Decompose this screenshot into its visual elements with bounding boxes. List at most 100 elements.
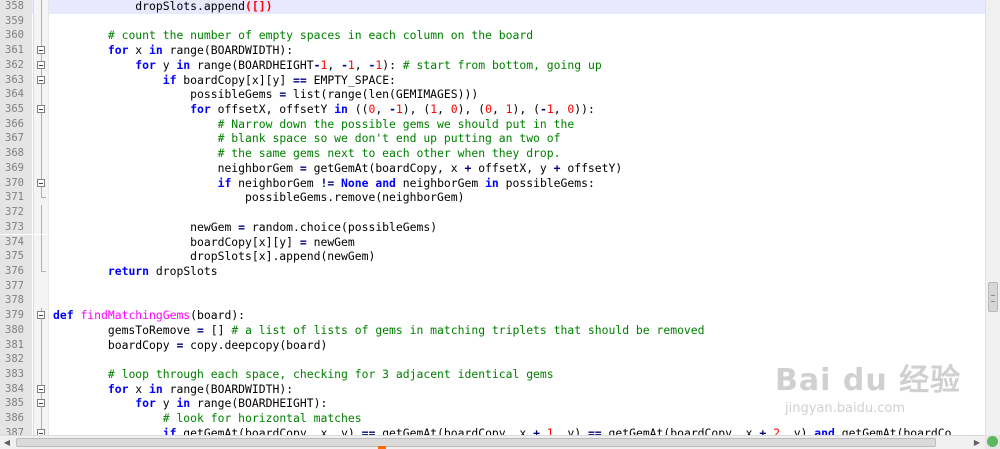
fold-margin — [33, 160, 49, 176]
code-line[interactable]: 368 # the same gems next to each other w… — [0, 146, 985, 161]
fold-margin[interactable] — [33, 308, 49, 323]
fold-margin — [33, 352, 49, 367]
code-line[interactable]: 364 possibleGems = list(range(len(GEMIMA… — [0, 87, 985, 102]
vertical-scrollbar[interactable] — [985, 0, 1000, 435]
code-line[interactable]: 374 boardCopy[x][y] = newGem — [0, 234, 985, 250]
fold-margin — [33, 146, 49, 161]
code-line[interactable]: 369 neighborGem = getGemAt(boardCopy, x … — [0, 160, 985, 176]
code-text[interactable]: # blank space so we don't end up putting… — [53, 131, 561, 146]
code-editor[interactable]: 358 dropSlots.append([]) 359 360 # count t… — [0, 0, 985, 435]
fold-margin[interactable] — [33, 43, 49, 58]
code-line[interactable]: 358 dropSlots.append([]) — [0, 0, 985, 14]
line-number: 374 — [0, 234, 32, 250]
horizontal-scrollbar[interactable]: ◀ ▶ — [0, 435, 985, 449]
fold-toggle-icon[interactable] — [37, 399, 45, 408]
code-text[interactable]: dropSlots[x].append(newGem) — [53, 249, 375, 264]
scroll-left-arrow-icon[interactable]: ◀ — [0, 436, 14, 449]
fold-toggle-icon[interactable] — [37, 178, 45, 187]
line-number: 366 — [0, 116, 32, 132]
code-text[interactable]: dropSlots.append([]) — [53, 0, 272, 14]
fold-margin — [33, 322, 49, 338]
code-text[interactable]: gemsToRemove = [] # a list of lists of g… — [53, 323, 705, 338]
code-line[interactable]: 378 — [0, 293, 985, 309]
fold-toggle-icon[interactable] — [37, 311, 45, 320]
fold-margin[interactable] — [33, 102, 49, 117]
vertical-scroll-thumb[interactable] — [988, 282, 998, 312]
code-line[interactable]: 362 for y in range(BOARDHEIGHT-1, -1, -1… — [0, 57, 985, 73]
code-text[interactable]: # the same gems next to each other when … — [53, 146, 561, 161]
code-line[interactable]: 371 possibleGems.remove(neighborGem) — [0, 190, 985, 206]
code-line[interactable]: 383 # loop through each space, checking … — [0, 367, 985, 382]
line-number: 364 — [0, 87, 32, 102]
fold-toggle-icon[interactable] — [37, 75, 45, 84]
code-line[interactable]: 385 for y in range(BOARDHEIGHT): — [0, 396, 985, 412]
code-line[interactable]: 379 def findMatchingGems(board): — [0, 308, 985, 323]
code-line[interactable]: 384 for x in range(BOARDWIDTH): — [0, 381, 985, 397]
line-number: 382 — [0, 352, 32, 367]
fold-margin[interactable] — [33, 396, 49, 412]
scroll-right-arrow-icon[interactable]: ▶ — [970, 436, 984, 449]
code-line[interactable]: 375 dropSlots[x].append(newGem) — [0, 249, 985, 264]
code-line[interactable]: 366 # Narrow down the possible gems we s… — [0, 116, 985, 132]
fold-toggle-icon[interactable] — [37, 105, 45, 114]
line-number: 368 — [0, 146, 32, 161]
code-line[interactable]: 376 return dropSlots — [0, 263, 985, 279]
code-line[interactable]: 386 # look for horizontal matches — [0, 411, 985, 426]
code-line[interactable]: 359 — [0, 13, 985, 29]
line-number: 387 — [0, 425, 32, 435]
line-number: 383 — [0, 367, 32, 382]
code-text[interactable]: for y in range(BOARDHEIGHT): — [53, 396, 327, 411]
line-number: 378 — [0, 293, 32, 309]
code-text[interactable]: possibleGems = list(range(len(GEMIMAGES)… — [53, 87, 478, 102]
code-line[interactable]: 382 — [0, 352, 985, 367]
code-text[interactable]: return dropSlots — [53, 264, 218, 279]
code-text[interactable]: def findMatchingGems(board): — [53, 308, 245, 323]
code-line[interactable]: 381 boardCopy = copy.deepcopy(board) — [0, 337, 985, 353]
line-number: 361 — [0, 43, 32, 58]
fold-margin — [33, 249, 49, 264]
code-text[interactable]: for x in range(BOARDWIDTH): — [53, 382, 293, 397]
fold-toggle-icon[interactable] — [37, 46, 45, 55]
horizontal-scroll-thumb[interactable] — [16, 438, 936, 447]
code-text[interactable]: # loop through each space, checking for … — [53, 367, 554, 382]
status-icon — [987, 436, 998, 447]
code-text[interactable]: if boardCopy[x][y] == EMPTY_SPACE: — [53, 73, 396, 88]
fold-margin — [33, 278, 49, 294]
code-text[interactable]: newGem = random.choice(possibleGems) — [53, 220, 437, 235]
code-line[interactable]: 387 if getGemAt(boardCopy, x, y) == getG… — [0, 425, 985, 435]
code-text[interactable]: neighborGem = getGemAt(boardCopy, x + of… — [53, 161, 623, 176]
code-text[interactable]: boardCopy = copy.deepcopy(board) — [53, 338, 327, 353]
code-text[interactable]: boardCopy[x][y] = newGem — [53, 235, 355, 250]
code-text[interactable]: # look for horizontal matches — [53, 411, 362, 426]
code-line[interactable]: 373 newGem = random.choice(possibleGems) — [0, 219, 985, 235]
fold-toggle-icon[interactable] — [37, 384, 45, 393]
code-text[interactable]: # count the number of empty spaces in ea… — [53, 28, 533, 43]
code-line[interactable]: 377 — [0, 278, 985, 294]
code-line[interactable]: 361 for x in range(BOARDWIDTH): — [0, 43, 985, 58]
fold-margin[interactable] — [33, 425, 49, 435]
code-line[interactable]: 370 if neighborGem != None and neighborG… — [0, 175, 985, 191]
code-text[interactable]: possibleGems.remove(neighborGem) — [53, 190, 464, 205]
fold-margin — [33, 337, 49, 353]
code-line[interactable]: 367 # blank space so we don't end up put… — [0, 131, 985, 147]
fold-margin[interactable] — [33, 72, 49, 88]
code-line[interactable]: 372 — [0, 205, 985, 220]
fold-margin — [33, 219, 49, 235]
fold-margin[interactable] — [33, 57, 49, 73]
code-line[interactable]: 380 gemsToRemove = [] # a list of lists … — [0, 322, 985, 338]
fold-margin[interactable] — [33, 381, 49, 397]
code-text[interactable]: # Narrow down the possible gems we shoul… — [53, 117, 575, 132]
code-text[interactable]: for x in range(BOARDWIDTH): — [53, 43, 293, 58]
fold-margin[interactable] — [33, 175, 49, 191]
code-line[interactable]: 365 for offsetX, offsetY in ((0, -1), (1… — [0, 102, 985, 117]
fold-margin — [33, 411, 49, 426]
code-text[interactable]: if getGemAt(boardCopy, x, y) == getGemAt… — [53, 426, 952, 435]
line-number: 369 — [0, 160, 32, 176]
code-line[interactable]: 360 # count the number of empty spaces i… — [0, 28, 985, 44]
code-text[interactable]: for offsetX, offsetY in ((0, -1), (1, 0)… — [53, 102, 595, 117]
code-text[interactable]: if neighborGem != None and neighborGem i… — [53, 176, 595, 191]
fold-toggle-icon[interactable] — [37, 60, 45, 69]
code-line[interactable]: 363 if boardCopy[x][y] == EMPTY_SPACE: — [0, 72, 985, 88]
code-text[interactable]: for y in range(BOARDHEIGHT-1, -1, -1): #… — [53, 58, 601, 73]
line-number: 373 — [0, 219, 32, 235]
